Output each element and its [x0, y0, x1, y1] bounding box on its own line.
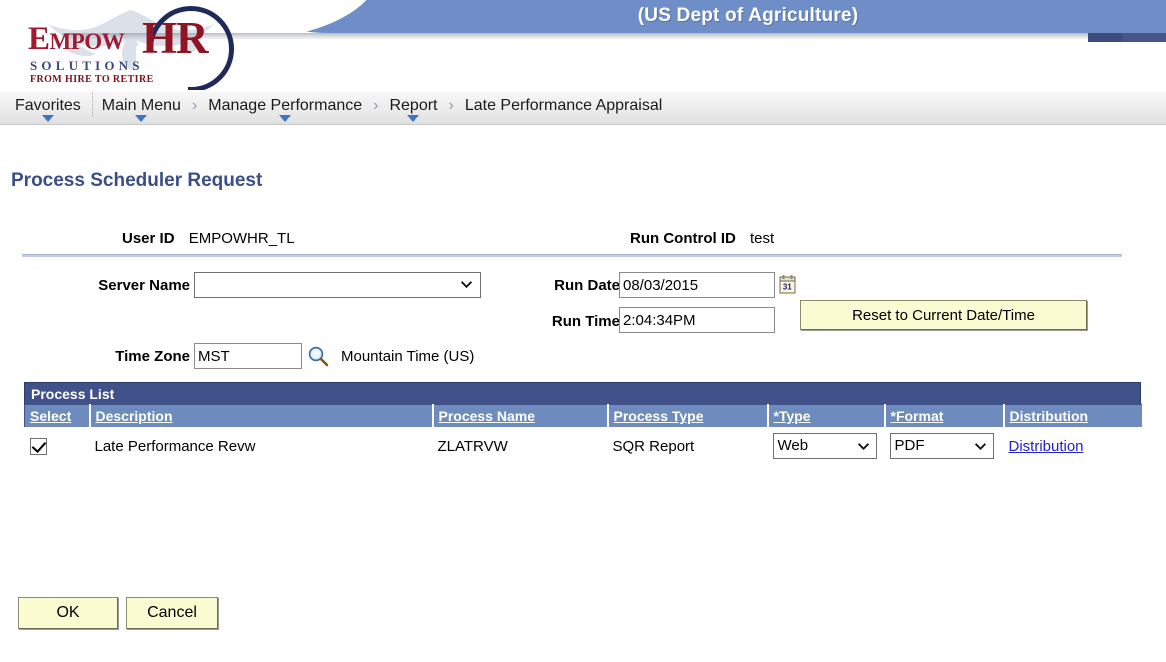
table-header-row: Select Description Process Name Process …	[24, 404, 1142, 429]
cell-description: Late Performance Revw	[89, 428, 433, 463]
column-header-process-type[interactable]: Process Type	[606, 404, 768, 429]
column-header-label: Process Type	[613, 408, 704, 424]
calendar-icon[interactable]: 31	[779, 274, 798, 295]
type-select-value: Web	[777, 437, 809, 454]
ok-button[interactable]: OK	[18, 597, 118, 629]
column-header-distribution[interactable]: Distribution	[1002, 404, 1142, 429]
server-name-select[interactable]	[194, 272, 481, 298]
svg-text:31: 31	[783, 283, 792, 292]
type-select[interactable]: Web	[772, 433, 877, 459]
row-select-checkbox[interactable]	[29, 437, 47, 455]
column-header-label: *Type	[773, 408, 811, 424]
column-header-select[interactable]: Select	[24, 404, 90, 429]
search-icon[interactable]	[306, 344, 330, 368]
column-header-process-name[interactable]: Process Name	[431, 404, 608, 429]
form-divider	[22, 254, 1122, 257]
cell-process-type: SQR Report	[607, 428, 768, 463]
run-control-id-label: Run Control ID	[630, 230, 736, 247]
time-zone-label: Time Zone	[115, 348, 190, 365]
table-row: Late Performance Revw ZLATRVW SQR Report…	[24, 428, 1142, 463]
cell-format: PDF	[884, 428, 1004, 463]
time-zone-input[interactable]	[194, 343, 302, 369]
main-content: Process Scheduler Request User ID EMPOWH…	[0, 0, 1166, 662]
column-header-label: Distribution	[1009, 408, 1089, 424]
run-control-id-value: test	[750, 230, 775, 247]
user-id-label: User ID	[122, 230, 175, 247]
run-date-label: Run Date	[554, 277, 620, 294]
cancel-button[interactable]: Cancel	[126, 597, 218, 629]
server-name-label: Server Name	[98, 277, 190, 294]
process-list-table: Select Description Process Name Process …	[24, 404, 1142, 463]
run-date-input[interactable]	[619, 272, 775, 298]
run-time-input[interactable]	[619, 307, 775, 333]
column-header-description[interactable]: Description	[88, 404, 433, 429]
process-list-title: Process List	[24, 382, 1141, 404]
user-id-value: EMPOWHR_TL	[188, 230, 295, 247]
run-time-label: Run Time	[551, 313, 620, 330]
cell-select	[24, 428, 90, 463]
time-zone-description: Mountain Time (US)	[341, 348, 475, 365]
column-header-format[interactable]: *Format	[883, 404, 1004, 429]
process-list-grid: Process List Select Description Process …	[24, 382, 1142, 463]
column-header-label: Description	[95, 408, 173, 424]
column-header-label: Process Name	[438, 408, 536, 424]
user-id-row: User ID EMPOWHR_TL	[122, 230, 295, 247]
chevron-down-icon	[857, 443, 869, 450]
run-control-id-row: Run Control ID test	[630, 230, 774, 247]
format-select-value: PDF	[894, 437, 925, 454]
format-select[interactable]: PDF	[889, 433, 994, 459]
reset-to-current-datetime-button[interactable]: Reset to Current Date/Time	[800, 300, 1087, 330]
cell-distribution: Distribution	[1003, 428, 1142, 463]
page-title: Process Scheduler Request	[11, 170, 263, 191]
server-name-select-wrapper	[194, 272, 481, 298]
cell-type: Web	[767, 428, 885, 463]
cell-process-name: ZLATRVW	[432, 428, 608, 463]
column-header-type[interactable]: *Type	[766, 404, 885, 429]
column-header-label: *Format	[890, 408, 944, 424]
distribution-link[interactable]: Distribution	[1009, 438, 1084, 455]
column-header-label: Select	[30, 408, 72, 424]
chevron-down-icon	[974, 443, 986, 450]
